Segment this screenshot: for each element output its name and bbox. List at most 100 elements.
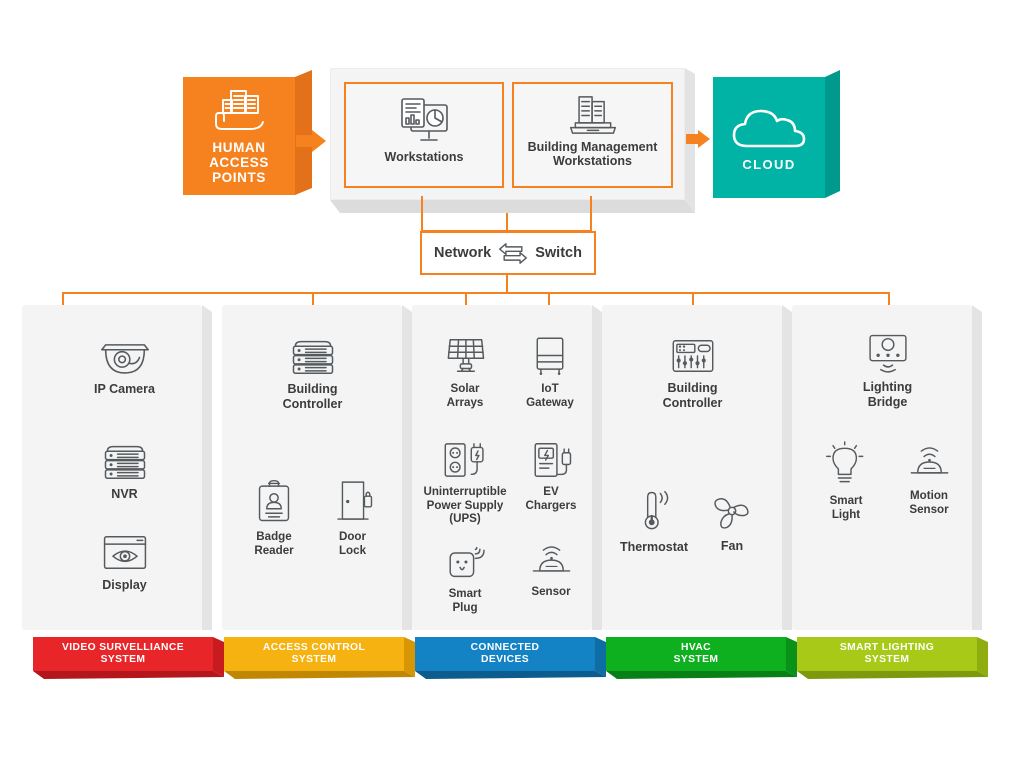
bar-face: HVAC SYSTEM bbox=[606, 637, 786, 671]
node-ups[interactable]: Uninterruptible Power Supply (UPS) bbox=[415, 440, 515, 526]
system-bar-access-control[interactable]: ACCESS CONTROL SYSTEM bbox=[224, 637, 415, 679]
controller-panel-icon bbox=[667, 336, 719, 376]
node-label: Badge Reader bbox=[254, 530, 294, 557]
iot-gateway-icon bbox=[530, 334, 570, 377]
node-smart-plug[interactable]: Smart Plug bbox=[427, 542, 503, 614]
node-label: Motion Sensor bbox=[909, 489, 949, 516]
hand-holding-buildings-icon bbox=[212, 88, 266, 134]
bar-face: VIDEO SURVELLIANCE SYSTEM bbox=[33, 637, 213, 671]
cloud-face: CLOUD bbox=[713, 77, 825, 198]
bar-label: VIDEO SURVELLIANCE SYSTEM bbox=[61, 641, 184, 666]
building-management-workstations-box[interactable]: Building Management Workstations bbox=[512, 82, 673, 188]
node-building-controller-hvac[interactable]: Building Controller bbox=[645, 336, 740, 410]
bar-3d-side bbox=[213, 637, 224, 677]
node-label: IP Camera bbox=[94, 382, 155, 396]
bar-label: CONNECTED DEVICES bbox=[470, 641, 540, 666]
network-switch-box[interactable]: Network Switch bbox=[420, 231, 596, 275]
server-stack-icon bbox=[287, 336, 339, 377]
badge-reader-icon bbox=[253, 478, 295, 525]
node-sensor[interactable]: Sensor bbox=[513, 542, 589, 599]
node-iot-gateway[interactable]: IoT Gateway bbox=[512, 334, 588, 409]
panel-3d-side bbox=[782, 305, 792, 630]
cloud-3d-side bbox=[825, 70, 840, 198]
node-label: EV Chargers bbox=[525, 485, 577, 512]
node-thermostat[interactable]: Thermostat bbox=[615, 488, 693, 555]
bar-3d-bottom bbox=[606, 671, 797, 679]
bar-face: SMART LIGHTING SYSTEM bbox=[797, 637, 977, 671]
workstations-panel-face: Workstations Building Management Worksta… bbox=[330, 68, 685, 200]
node-label: Building Controller bbox=[282, 382, 343, 411]
nvr-server-icon bbox=[99, 441, 151, 482]
panel-3d-side bbox=[972, 305, 982, 630]
desktop-analytics-icon bbox=[396, 96, 452, 146]
node-smart-light[interactable]: Smart Light bbox=[808, 440, 884, 521]
hap-label: HUMAN ACCESS POINTS bbox=[209, 139, 269, 185]
node-building-controller-access[interactable]: Building Controller bbox=[265, 336, 360, 411]
node-label: IoT Gateway bbox=[526, 382, 574, 409]
panel-3d-side bbox=[202, 305, 212, 630]
node-label: Uninterruptible Power Supply (UPS) bbox=[423, 485, 507, 525]
bar-3d-bottom bbox=[797, 671, 988, 679]
motion-sensor-icon bbox=[905, 440, 954, 484]
cloud-block: CLOUD bbox=[713, 70, 840, 198]
node-label: Solar Arrays bbox=[446, 382, 484, 409]
node-ev-chargers[interactable]: EV Chargers bbox=[513, 440, 589, 512]
dome-camera-icon bbox=[96, 336, 154, 377]
panel-3d-side bbox=[402, 305, 412, 630]
system-bar-connected-devices[interactable]: CONNECTED DEVICES bbox=[415, 637, 606, 679]
display-eye-icon bbox=[99, 532, 151, 573]
system-bar-video-surveillance[interactable]: VIDEO SURVELLIANCE SYSTEM bbox=[33, 637, 224, 679]
door-lock-icon bbox=[331, 478, 375, 525]
node-badge-reader[interactable]: Badge Reader bbox=[235, 478, 313, 557]
node-display[interactable]: Display bbox=[77, 532, 172, 593]
node-label: Lighting Bridge bbox=[862, 380, 913, 409]
node-nvr[interactable]: NVR bbox=[77, 441, 172, 502]
node-fan[interactable]: Fan bbox=[700, 488, 764, 554]
bar-label: ACCESS CONTROL SYSTEM bbox=[262, 641, 366, 666]
bar-3d-side bbox=[595, 637, 606, 677]
workstations-panel-3d-bottom bbox=[330, 200, 695, 213]
ev-charger-icon bbox=[528, 440, 575, 480]
network-switch-left-label: Network bbox=[434, 245, 492, 261]
bar-3d-side bbox=[404, 637, 415, 677]
hap-face: HUMAN ACCESS POINTS bbox=[183, 77, 295, 195]
node-solar-arrays[interactable]: Solar Arrays bbox=[427, 334, 503, 409]
ups-outlet-plug-icon bbox=[439, 440, 491, 480]
solar-panel-icon bbox=[440, 334, 490, 377]
node-motion-sensor[interactable]: Motion Sensor bbox=[890, 440, 968, 516]
arrow-hap-to-workstations bbox=[296, 130, 330, 152]
connector-workstations-down bbox=[421, 196, 423, 232]
workstations-label: Workstations bbox=[384, 150, 464, 164]
node-label: Display bbox=[102, 578, 147, 592]
node-label: Smart Plug bbox=[448, 587, 482, 614]
bar-3d-side bbox=[977, 637, 988, 677]
laptop-buildings-icon bbox=[567, 93, 619, 138]
light-bulb-icon bbox=[824, 440, 869, 489]
building-management-workstations-label: Building Management Workstations bbox=[527, 140, 658, 168]
node-label: Door Lock bbox=[338, 530, 367, 557]
node-ip-camera[interactable]: IP Camera bbox=[77, 336, 172, 397]
node-label: Fan bbox=[720, 539, 744, 553]
cloud-icon bbox=[730, 103, 808, 153]
node-lighting-bridge[interactable]: Lighting Bridge bbox=[840, 332, 935, 409]
system-bar-smart-lighting[interactable]: SMART LIGHTING SYSTEM bbox=[797, 637, 988, 679]
arrow-panel-to-cloud bbox=[686, 130, 712, 148]
cloud-label: CLOUD bbox=[742, 157, 796, 172]
connector-switch-down bbox=[506, 275, 508, 293]
bar-3d-bottom bbox=[224, 671, 415, 679]
node-door-lock[interactable]: Door Lock bbox=[315, 478, 390, 557]
bar-face: CONNECTED DEVICES bbox=[415, 637, 595, 671]
bar-face: ACCESS CONTROL SYSTEM bbox=[224, 637, 404, 671]
bar-3d-bottom bbox=[415, 671, 606, 679]
panel-3d-side bbox=[592, 305, 602, 630]
system-bar-hvac[interactable]: HVAC SYSTEM bbox=[606, 637, 797, 679]
connector-switch-up bbox=[506, 213, 508, 232]
wireless-sensor-icon bbox=[527, 542, 576, 580]
connector-main-bus bbox=[62, 292, 890, 294]
bar-label: HVAC SYSTEM bbox=[673, 641, 719, 666]
bar-3d-side bbox=[786, 637, 797, 677]
bar-label: SMART LIGHTING SYSTEM bbox=[839, 641, 935, 666]
workstations-box[interactable]: Workstations bbox=[344, 82, 504, 188]
lighting-bridge-icon bbox=[862, 332, 914, 375]
network-switch-right-label: Switch bbox=[535, 245, 582, 261]
